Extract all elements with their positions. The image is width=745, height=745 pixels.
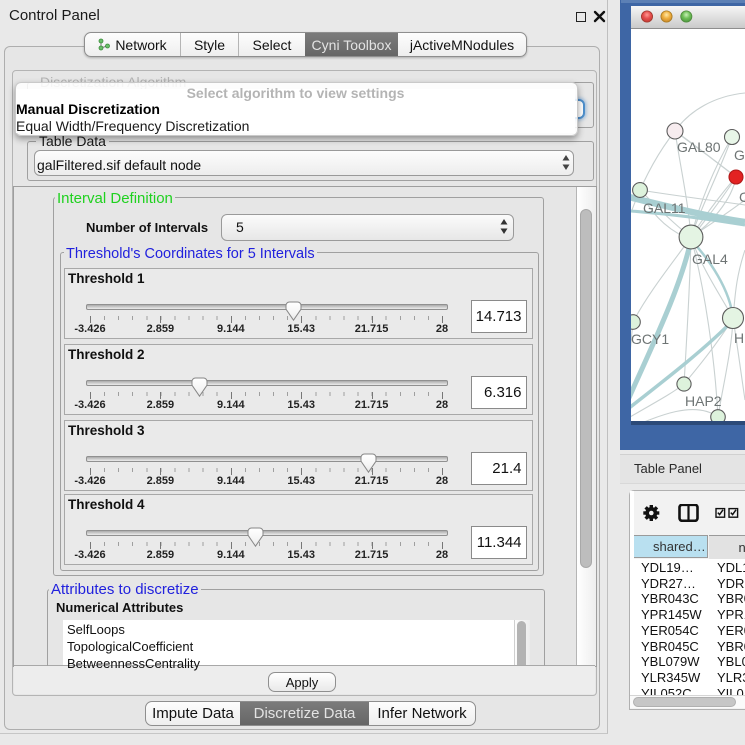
svg-text:HAP2: HAP2 <box>685 393 722 409</box>
svg-text:GAL4: GAL4 <box>692 251 728 267</box>
svg-text:GAL80: GAL80 <box>677 139 721 155</box>
svg-text:GCY1: GCY1 <box>631 331 669 347</box>
svg-text:H: H <box>734 330 744 346</box>
svg-text:C: C <box>739 189 745 205</box>
svg-text:G.: G. <box>734 147 745 163</box>
svg-text:GAL11: GAL11 <box>643 200 686 216</box>
